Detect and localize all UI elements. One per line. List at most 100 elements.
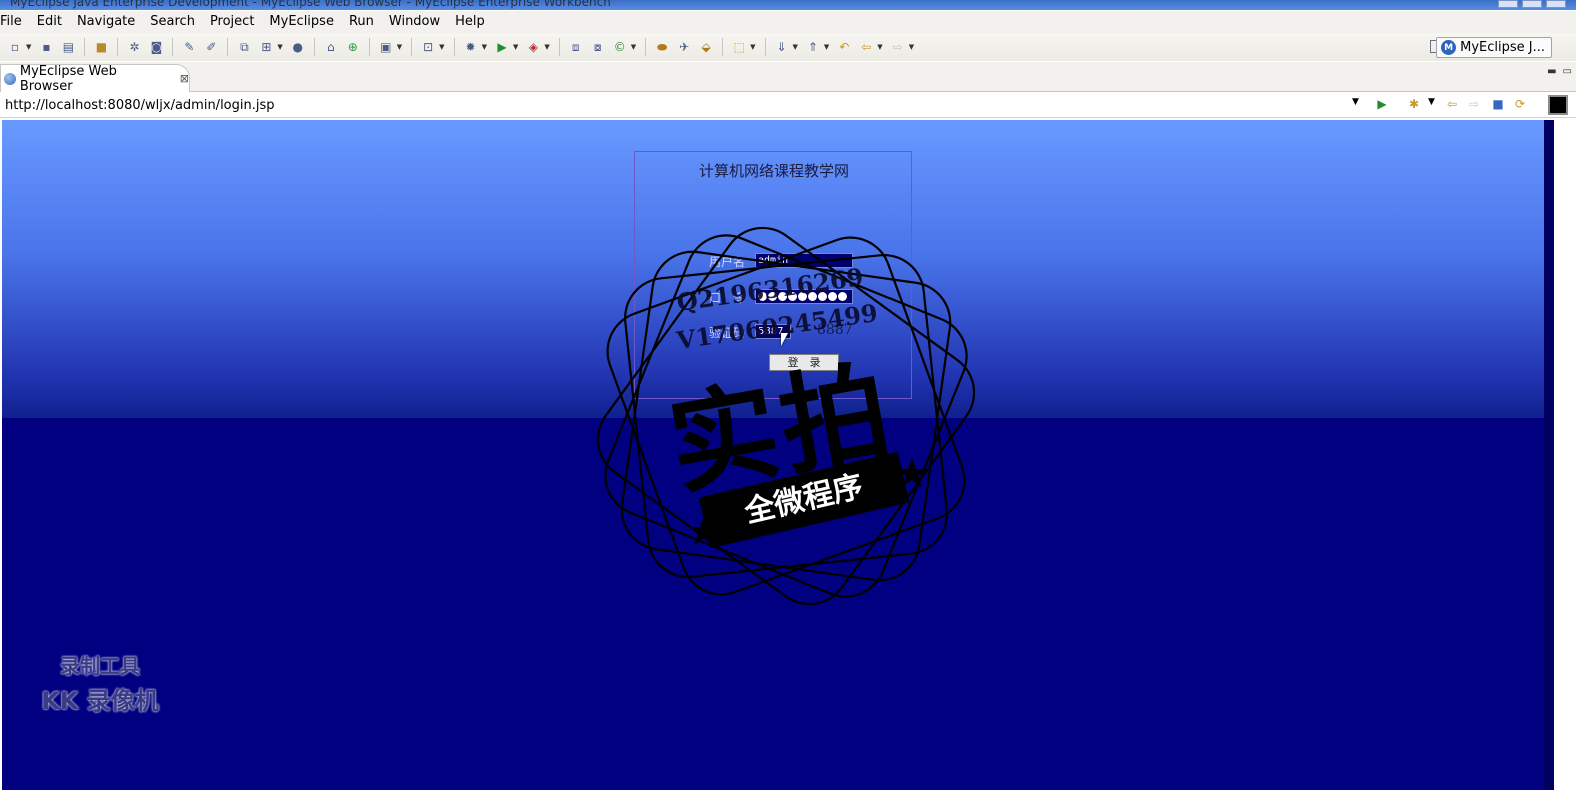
open-folder-icon[interactable]: ⌂ xyxy=(322,38,340,56)
page-scrollbar[interactable] xyxy=(1544,120,1554,790)
toolbar-separator xyxy=(368,38,370,56)
new-file-icon[interactable]: ▫ xyxy=(6,38,24,56)
menu-navigate[interactable]: Navigate xyxy=(70,11,143,33)
close-tab-icon[interactable]: ⊠ xyxy=(180,72,189,85)
minimize-button[interactable] xyxy=(1498,0,1518,8)
toolbar-separator xyxy=(453,38,455,56)
go-icon[interactable]: ▶ xyxy=(1374,96,1390,112)
last-edit-icon[interactable]: ↶ xyxy=(835,38,853,56)
toolbar-separator xyxy=(227,38,229,56)
menu-help[interactable]: Help xyxy=(448,11,493,33)
forward-icon[interactable]: ⇨ xyxy=(889,38,907,56)
forward-dropdown-icon[interactable]: ▼ xyxy=(909,43,914,51)
maximize-button[interactable] xyxy=(1522,0,1542,8)
favorites-icon[interactable]: ✱ xyxy=(1406,96,1422,112)
menu-file[interactable]: File xyxy=(0,11,30,33)
bug-icon[interactable]: ✲ xyxy=(125,38,143,56)
debug-dropdown-icon[interactable]: ▼ xyxy=(482,43,487,51)
browser-menu-icon[interactable] xyxy=(1548,95,1568,115)
window-titlebar: MyEclipse Java Enterprise Development - … xyxy=(0,0,1576,10)
toolbar-separator xyxy=(84,38,86,56)
previous-annotation-dropdown-icon[interactable]: ▼ xyxy=(824,43,829,51)
menu-project[interactable]: Project xyxy=(203,11,262,33)
forward-icon[interactable]: ⇨ xyxy=(1466,96,1482,112)
login-title: 计算机网络课程教学网 xyxy=(698,162,849,180)
username-label: 用户名 xyxy=(709,255,746,269)
refresh-icon[interactable]: ⟳ xyxy=(1512,96,1528,112)
class-icon[interactable]: ⊡ xyxy=(419,38,437,56)
menu-run[interactable]: Run xyxy=(342,11,382,33)
back-icon[interactable]: ⇦ xyxy=(857,38,875,56)
menu-edit[interactable]: Edit xyxy=(30,11,70,33)
new-dropdown-icon[interactable]: ▼ xyxy=(26,43,31,51)
new-project-icon[interactable]: ⧈ xyxy=(567,38,585,56)
deploy-icon[interactable]: ⧉ xyxy=(235,38,253,56)
external-tools-icon[interactable]: ◈ xyxy=(524,38,542,56)
main-toolbar: ▫ ▼ ▪ ▤ ■ ✲ ◙ ✎ ✐ ⧉ ⊞ ▼ ● ⌂ ⊕ ▣ ▼ ⊡ ▼ ✹ ▼ ▶ ▼ … xyxy=(0,33,1576,61)
perspective-switcher[interactable]: M MyEclipse J... xyxy=(1436,37,1552,58)
package-icon[interactable]: ■ xyxy=(92,38,110,56)
print-icon[interactable]: ▤ xyxy=(59,38,77,56)
close-window-button[interactable] xyxy=(1546,0,1566,8)
view-controls: ▬ ▭ xyxy=(1547,66,1572,77)
server-icon[interactable]: ◙ xyxy=(147,38,165,56)
camera-icon[interactable]: ▣ xyxy=(377,38,395,56)
minimize-view-icon[interactable]: ▬ xyxy=(1547,66,1556,77)
recorder-watermark: 录制工具 KK 录像机 xyxy=(30,650,170,716)
toolbar-separator xyxy=(313,38,315,56)
open-type-icon[interactable]: ⬬ xyxy=(653,38,671,56)
stop-icon[interactable]: ■ xyxy=(1490,96,1506,112)
wizard-icon[interactable]: ✎ xyxy=(180,38,198,56)
camera-dropdown-icon[interactable]: ▼ xyxy=(397,43,402,51)
toolbar-separator xyxy=(764,38,766,56)
previous-annotation-icon[interactable]: ⇑ xyxy=(804,38,822,56)
wizard-alt-icon[interactable]: ✐ xyxy=(202,38,220,56)
globe-icon xyxy=(4,72,16,85)
mouse-cursor-icon xyxy=(781,333,788,346)
maximize-view-icon[interactable]: ▭ xyxy=(1563,66,1572,77)
search-task-icon[interactable]: ✈ xyxy=(675,38,693,56)
add-icon[interactable]: ⊕ xyxy=(344,38,362,56)
toolbar-separator xyxy=(117,38,119,56)
window-title: MyEclipse Java Enterprise Development - … xyxy=(10,0,611,9)
toolbar-separator xyxy=(172,38,174,56)
debug-icon[interactable]: ✹ xyxy=(462,38,480,56)
back-dropdown-icon[interactable]: ▼ xyxy=(877,43,882,51)
favorites-dropdown-icon[interactable]: ▼ xyxy=(1428,97,1435,107)
toolbar-separator xyxy=(722,38,724,56)
run-icon[interactable]: ▶ xyxy=(493,38,511,56)
menubar: File Edit Navigate Search Project MyEcli… xyxy=(0,11,1576,33)
window-edge xyxy=(1554,120,1576,790)
recorder-line2: KK 录像机 xyxy=(41,687,159,715)
globe-icon[interactable]: ● xyxy=(289,38,307,56)
next-annotation-icon[interactable]: ⇓ xyxy=(773,38,791,56)
tab-web-browser[interactable]: MyEclipse Web Browser ⊠ xyxy=(0,63,190,94)
external-tools-dropdown-icon[interactable]: ▼ xyxy=(544,43,549,51)
perspective-label: MyEclipse J... xyxy=(1460,40,1545,55)
deploy-dropdown-icon[interactable]: ▼ xyxy=(277,43,282,51)
url-input[interactable] xyxy=(0,94,1366,116)
back-icon[interactable]: ⇦ xyxy=(1444,96,1460,112)
new-class-dropdown-icon[interactable]: ▼ xyxy=(631,43,636,51)
next-annotation-dropdown-icon[interactable]: ▼ xyxy=(793,43,798,51)
deploy-run-icon[interactable]: ⊞ xyxy=(257,38,275,56)
myeclipse-logo-icon: M xyxy=(1441,40,1457,55)
open-resource-dropdown-icon[interactable]: ▼ xyxy=(750,43,755,51)
menu-window[interactable]: Window xyxy=(382,11,448,33)
run-dropdown-icon[interactable]: ▼ xyxy=(513,43,518,51)
tab-label: MyEclipse Web Browser xyxy=(19,63,117,94)
new-class-icon[interactable]: © xyxy=(611,38,629,56)
browser-urlbar: ▼ ▶ ✱ ▼ ⇦ ⇨ ■ ⟳ xyxy=(0,92,1576,118)
menu-myeclipse[interactable]: MyEclipse xyxy=(262,11,342,33)
new-package-icon[interactable]: ⧇ xyxy=(589,38,607,56)
editor-tabbar: MyEclipse Web Browser ⊠ ▬ ▭ xyxy=(0,62,1576,94)
class-dropdown-icon[interactable]: ▼ xyxy=(439,43,444,51)
open-task-icon[interactable]: ⬙ xyxy=(697,38,715,56)
menu-search[interactable]: Search xyxy=(143,11,203,33)
toolbar-separator xyxy=(645,38,647,56)
url-history-dropdown-icon[interactable]: ▼ xyxy=(1352,97,1359,107)
toolbar-separator xyxy=(411,38,413,56)
recorder-line1: 录制工具 xyxy=(60,654,140,678)
open-resource-icon[interactable]: ⬚ xyxy=(730,38,748,56)
save-icon[interactable]: ▪ xyxy=(37,38,55,56)
